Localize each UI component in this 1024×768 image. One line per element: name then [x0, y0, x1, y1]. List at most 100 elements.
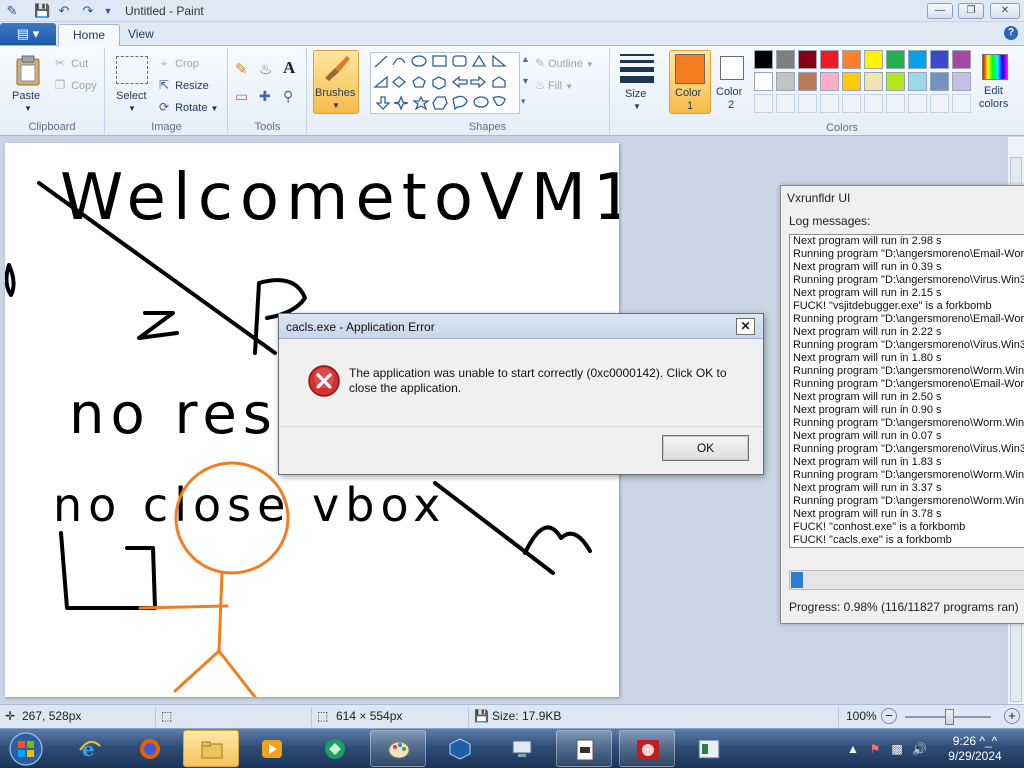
save-icon[interactable]: 💾 [34, 3, 50, 19]
paste-icon[interactable] [12, 54, 42, 86]
palette-swatch[interactable] [820, 50, 839, 69]
palette-swatch[interactable] [908, 72, 927, 91]
pencil-icon[interactable]: ✎ [235, 60, 248, 78]
shapes-gallery[interactable] [370, 52, 520, 114]
tab-view[interactable]: View [114, 24, 168, 46]
palette-swatch[interactable] [842, 72, 861, 91]
palette-swatch[interactable] [864, 94, 883, 113]
quick-access-dropdown-icon[interactable]: ▼ [100, 3, 116, 19]
close-button[interactable]: ✕ [990, 3, 1020, 19]
palette-swatch[interactable] [864, 72, 883, 91]
maximize-button[interactable]: ❐ [958, 3, 984, 19]
tab-home[interactable]: Home [58, 24, 121, 47]
paint-app-icon[interactable]: ✎ [4, 3, 20, 19]
palette-swatch[interactable] [930, 94, 949, 113]
color1-button[interactable]: Color 1 [669, 50, 711, 114]
color2-button[interactable]: Color 2 [713, 50, 751, 114]
magnifier-icon[interactable]: ⚲ [283, 88, 293, 105]
minimize-button[interactable]: — [927, 3, 953, 19]
undo-icon[interactable]: ↶ [56, 3, 72, 19]
size-button[interactable]: Size ▼ [617, 50, 657, 114]
color-palette [754, 50, 974, 116]
palette-swatch[interactable] [776, 94, 795, 113]
log-line: Next program will run in 1.83 s [793, 456, 942, 468]
edit-colors-button[interactable]: Edit colors [976, 50, 1014, 116]
select-dropdown-icon[interactable]: ▼ [128, 104, 136, 113]
select-icon[interactable] [116, 56, 148, 84]
select-button[interactable]: Select [116, 90, 147, 102]
taskbar-network-app[interactable] [494, 730, 550, 767]
brushes-button[interactable]: Brushes ▼ [313, 50, 359, 114]
palette-swatch[interactable] [842, 94, 861, 113]
crop-button: ⌖ Crop [156, 56, 199, 71]
shapes-scroll-down-icon[interactable]: ▼ [521, 76, 530, 86]
network-icon[interactable]: ▩ [890, 742, 904, 756]
taskbar-app-green[interactable] [307, 730, 363, 767]
taskbar-file-explorer[interactable] [183, 730, 239, 767]
paste-button[interactable]: Paste [12, 90, 40, 102]
palette-swatch[interactable] [754, 50, 773, 69]
palette-swatch[interactable] [842, 50, 861, 69]
dialog-close-button[interactable]: ✕ [736, 318, 755, 335]
shapes-scroll-up-icon[interactable]: ▲ [521, 54, 530, 64]
color-picker-icon[interactable]: ✚ [259, 88, 271, 105]
paste-dropdown-icon[interactable]: ▼ [24, 104, 32, 113]
action-center-icon[interactable]: ⚑ [868, 742, 882, 756]
palette-swatch[interactable] [798, 50, 817, 69]
palette-swatch[interactable] [776, 50, 795, 69]
taskbar-media-player[interactable] [244, 730, 300, 767]
clock[interactable]: 9:26 ^_^ 9/29/2024 [940, 734, 1010, 764]
show-hidden-icons-icon[interactable]: ▲ [846, 742, 860, 756]
media-player-icon [262, 740, 282, 758]
palette-swatch[interactable] [798, 72, 817, 91]
vxrunfldr-title: Vxrunfldr UI [787, 191, 851, 205]
palette-swatch[interactable] [908, 94, 927, 113]
taskbar-internet-explorer[interactable]: e [62, 730, 118, 767]
vxrunfldr-window[interactable]: Vxrunfldr UI Log messages: Next program … [780, 185, 1024, 624]
log-listbox[interactable]: Next program will run in 2.98 s Running p… [789, 234, 1024, 548]
taskbar-virtualbox[interactable] [432, 730, 488, 767]
zoom-slider-thumb[interactable] [945, 709, 954, 725]
palette-swatch[interactable] [952, 50, 971, 69]
ok-button[interactable]: OK [662, 435, 749, 461]
rotate-icon: ⟳ [158, 100, 170, 114]
palette-swatch[interactable] [776, 72, 795, 91]
eraser-icon[interactable]: ▭ [235, 88, 248, 105]
palette-swatch[interactable] [886, 94, 905, 113]
log-line: Next program will run in 2.15 s [793, 287, 942, 299]
taskbar-window-app[interactable] [681, 730, 737, 767]
palette-swatch[interactable] [754, 94, 773, 113]
fill-bucket-icon[interactable]: ♨ [259, 60, 272, 78]
redo-icon[interactable]: ↷ [80, 3, 96, 19]
size-label: Size [625, 88, 647, 100]
zoom-out-button[interactable]: − [881, 708, 897, 724]
rotate-button[interactable]: ⟳ Rotate ▼ [156, 100, 219, 114]
volume-icon[interactable]: 🔊 [912, 742, 927, 756]
palette-swatch[interactable] [886, 72, 905, 91]
taskbar-paint[interactable] [370, 730, 426, 767]
color2-swatch [720, 56, 744, 80]
application-error-dialog[interactable]: cacls.exe - Application Error ✕ The appl… [278, 313, 764, 475]
palette-swatch[interactable] [820, 72, 839, 91]
palette-swatch[interactable] [952, 94, 971, 113]
palette-swatch[interactable] [886, 50, 905, 69]
palette-swatch[interactable] [908, 50, 927, 69]
palette-swatch[interactable] [952, 72, 971, 91]
file-menu-button[interactable]: ▤ ▾ [0, 23, 56, 45]
taskbar-error-app[interactable] [619, 730, 675, 767]
start-button[interactable] [4, 731, 48, 767]
palette-swatch[interactable] [864, 50, 883, 69]
taskbar-firefox[interactable] [122, 730, 178, 767]
palette-swatch[interactable] [820, 94, 839, 113]
window-title: Untitled - Paint [125, 4, 204, 18]
help-icon[interactable]: ? [1004, 26, 1018, 40]
resize-button[interactable]: ⇱ Resize [156, 78, 209, 92]
palette-swatch[interactable] [754, 72, 773, 91]
shapes-expand-icon[interactable]: ▾ [521, 96, 526, 107]
text-tool-icon[interactable]: A [283, 58, 295, 78]
palette-swatch[interactable] [798, 94, 817, 113]
palette-swatch[interactable] [930, 72, 949, 91]
palette-swatch[interactable] [930, 50, 949, 69]
taskbar-vxrunfldr[interactable] [556, 730, 612, 767]
zoom-in-button[interactable]: + [1004, 708, 1020, 724]
